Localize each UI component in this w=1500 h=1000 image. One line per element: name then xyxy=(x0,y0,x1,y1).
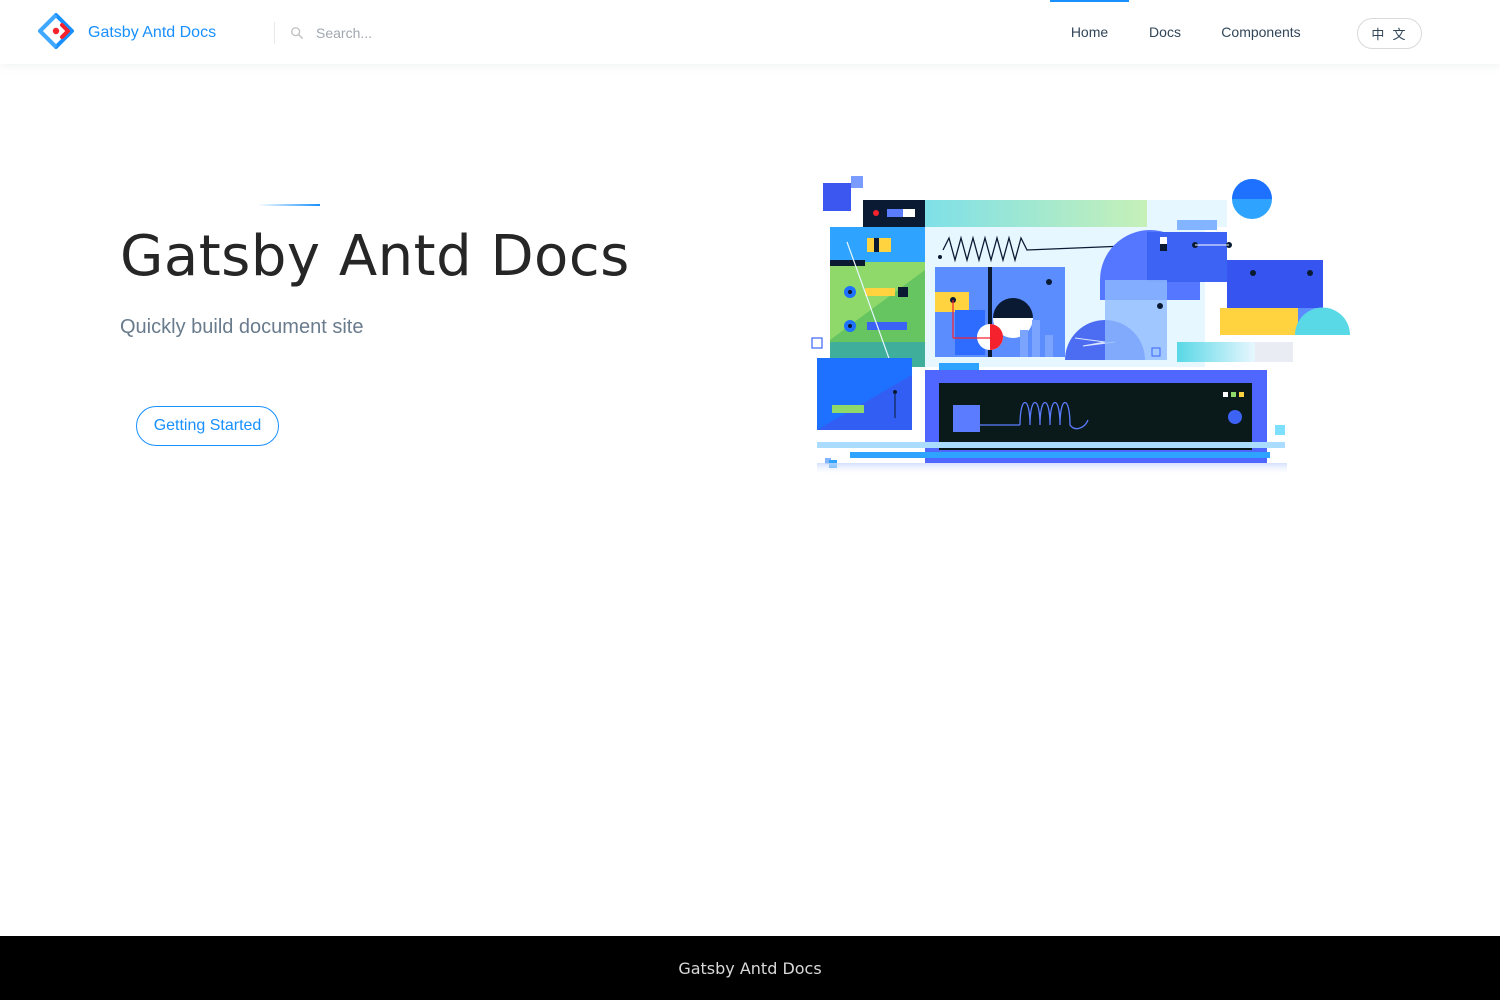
top-header: Gatsby Antd Docs Home Docs Components 中 … xyxy=(0,0,1500,64)
site-footer: Gatsby Antd Docs xyxy=(0,936,1500,1000)
search-input[interactable] xyxy=(316,25,576,41)
header-divider xyxy=(274,22,275,44)
hero-subtitle: Quickly build document site xyxy=(120,316,364,338)
brand-logo-link[interactable]: Gatsby Antd Docs xyxy=(38,12,217,50)
hero-accent-line xyxy=(258,204,320,206)
footer-text: Gatsby Antd Docs xyxy=(678,958,822,978)
brand-name: Gatsby Antd Docs xyxy=(88,24,217,41)
getting-started-button[interactable]: Getting Started xyxy=(136,406,279,446)
nav-item-components[interactable]: Components xyxy=(1201,0,1321,64)
language-toggle-button[interactable]: 中 文 xyxy=(1357,18,1422,49)
logo-icon xyxy=(38,12,74,54)
nav-item-docs[interactable]: Docs xyxy=(1129,0,1201,64)
search-icon xyxy=(290,26,304,40)
main-nav: Home Docs Components xyxy=(1050,0,1321,64)
hero-illustration xyxy=(805,170,1365,475)
hero-title: Gatsby Antd Docs xyxy=(120,224,630,289)
search-box xyxy=(290,20,610,46)
nav-item-home[interactable]: Home xyxy=(1050,0,1129,64)
